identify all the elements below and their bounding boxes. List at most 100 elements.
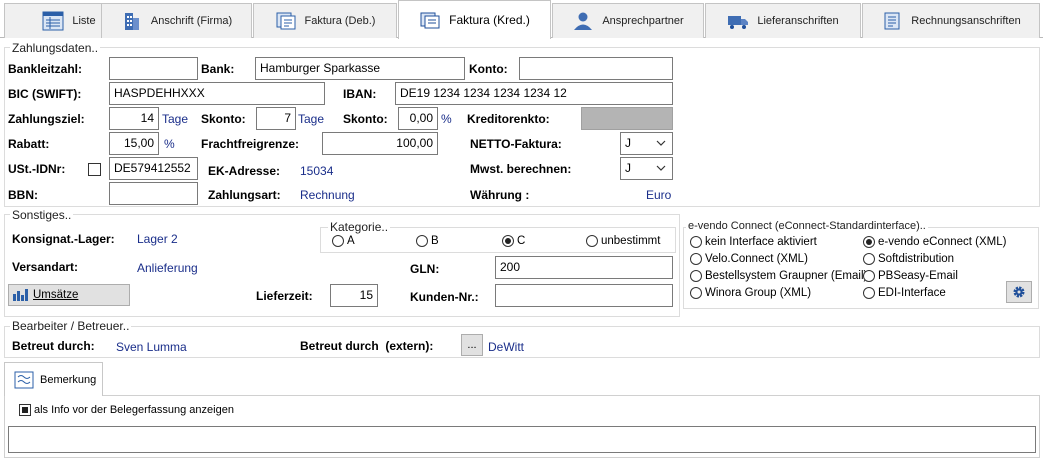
kategorie-radio-c[interactable]: C xyxy=(502,235,525,247)
kategorie-radio-a[interactable]: A xyxy=(332,235,355,247)
ustid-checkbox[interactable] xyxy=(88,163,101,176)
bemerkung-text-input[interactable] xyxy=(8,426,1036,453)
gln-label: GLN: xyxy=(410,262,440,276)
ustid-label: USt.-IDNr: xyxy=(8,162,66,176)
skonto-pct-input[interactable]: 0,00 xyxy=(398,107,438,130)
rabatt-input[interactable]: 15,00 xyxy=(109,132,159,155)
lieferzeit-label: Lieferzeit: xyxy=(256,289,313,303)
kategorie-radio-unbestimmt[interactable]: unbestimmt xyxy=(586,235,660,247)
bemerkung-info-checkbox[interactable] xyxy=(19,404,31,416)
netto-faktura-select[interactable]: J xyxy=(620,132,673,155)
iban-input[interactable]: DE19 1234 1234 1234 1234 12 xyxy=(395,82,673,105)
umsaetze-button[interactable]: Umsätze xyxy=(8,284,130,306)
tab-bar: Liste Anschrift (Firma) Faktura (Deb.) F… xyxy=(0,0,1043,39)
tab-label: Anschrift (Firma) xyxy=(150,15,233,27)
lieferzeit-input[interactable]: 15 xyxy=(330,284,378,307)
betreut-extern-value[interactable]: DeWitt xyxy=(488,340,524,354)
invoice-credit-icon xyxy=(420,12,440,29)
zahlungsart-label: Zahlungsart: xyxy=(208,188,281,202)
evendo-radio-econnect[interactable]: e-vendo eConnect (XML) xyxy=(863,236,1006,248)
evendo-radio-edi[interactable]: EDI-Interface xyxy=(863,287,946,299)
bemerkung-info-label: als Info vor der Belegerfassung anzeigen xyxy=(34,404,234,416)
mwst-select[interactable]: J xyxy=(620,157,673,180)
zahlungsart-value[interactable]: Rechnung xyxy=(300,188,355,202)
tab-faktura-kred[interactable]: Faktura (Kred.) xyxy=(398,0,551,39)
gln-input[interactable]: 200 xyxy=(495,256,673,279)
zahlungsziel-input[interactable]: 14 xyxy=(109,107,159,130)
netto-faktura-label: NETTO-Faktura: xyxy=(470,137,562,151)
konto-input[interactable] xyxy=(519,57,673,80)
evendo-radio-kein-interface[interactable]: kein Interface aktiviert xyxy=(690,236,817,248)
bic-input[interactable]: HASPDEHHXXX xyxy=(109,82,325,105)
konsignat-value[interactable]: Lager 2 xyxy=(137,232,178,246)
frachtfreigrenze-label: Frachtfreigrenze: xyxy=(201,137,300,151)
evendo-radio-softdistribution[interactable]: Softdistribution xyxy=(863,253,954,265)
tab-label: Lieferanschriften xyxy=(757,15,839,27)
evendo-radio-pbseasy[interactable]: PBSeasy-Email xyxy=(863,270,958,282)
group-legend-kategorie: Kategorie.. xyxy=(328,220,391,234)
versandart-value[interactable]: Anlieferung xyxy=(137,261,198,275)
zahlungsziel-label: Zahlungsziel: xyxy=(8,112,85,126)
frachtfreigrenze-input[interactable]: 100,00 xyxy=(322,132,438,155)
tab-label: Faktura (Deb.) xyxy=(304,15,376,27)
waehrung-value[interactable]: Euro xyxy=(646,188,671,202)
betreut-extern-browse-button[interactable]: ... xyxy=(461,334,483,356)
netto-faktura-value: J xyxy=(625,136,631,150)
kreditorenkto-label: Kreditorenkto: xyxy=(467,112,550,126)
konsignat-label: Konsignat.-Lager: xyxy=(12,232,115,246)
bankleitzahl-input[interactable] xyxy=(109,57,198,80)
umsaetze-button-label: Umsätze xyxy=(33,289,79,301)
rabatt-label: Rabatt: xyxy=(8,137,50,151)
gear-icon xyxy=(1013,286,1025,298)
skonto-days-label: Skonto: xyxy=(201,112,246,126)
chevron-down-icon xyxy=(656,165,666,171)
evendo-radio-velo-connect[interactable]: Velo.Connect (XML) xyxy=(690,253,808,265)
bbn-label: BBN: xyxy=(8,188,38,202)
waehrung-label: Währung : xyxy=(470,188,530,202)
bank-input[interactable]: Hamburger Sparkasse xyxy=(255,57,465,80)
group-legend-bearbeiter: Bearbeiter / Betreuer.. xyxy=(10,319,132,333)
evendo-settings-button[interactable] xyxy=(1006,281,1032,303)
ustid-input[interactable]: DE579412552 xyxy=(109,157,198,180)
chevron-down-icon xyxy=(656,140,666,146)
skonto-pct-unit: % xyxy=(441,112,452,126)
list-icon xyxy=(42,11,64,31)
ek-adresse-label: EK-Adresse: xyxy=(208,164,281,178)
tab-rechnungsanschriften[interactable]: Rechnungsanschriften xyxy=(862,3,1040,38)
skonto-days-input[interactable]: 7 xyxy=(256,107,296,130)
evendo-radio-winora[interactable]: Winora Group (XML) xyxy=(690,287,811,299)
ek-adresse-value[interactable]: 15034 xyxy=(300,164,333,178)
tab-anschrift-firma[interactable]: Anschrift (Firma) xyxy=(101,3,252,38)
building-icon xyxy=(124,13,139,30)
versandart-label: Versandart: xyxy=(12,260,79,274)
tab-label: Faktura (Kred.) xyxy=(449,13,530,27)
billing-address-icon xyxy=(884,12,900,30)
tab-faktura-deb[interactable]: Faktura (Deb.) xyxy=(253,3,397,38)
iban-label: IBAN: xyxy=(343,87,377,101)
evendo-radio-graupner[interactable]: Bestellsystem Graupner (Email) xyxy=(690,270,867,282)
mwst-label: Mwst. berechnen: xyxy=(470,162,572,176)
kategorie-radio-b[interactable]: B xyxy=(416,235,439,247)
group-legend-evendo: e-vendo Connect (eConnect-Standardinterf… xyxy=(686,220,928,232)
bank-label: Bank: xyxy=(201,62,235,76)
group-legend-zahlungsdaten: Zahlungsdaten.. xyxy=(10,41,101,55)
contact-person-icon xyxy=(574,12,593,30)
tab-bemerkung[interactable]: Bemerkung xyxy=(4,362,103,396)
invoice-debit-icon xyxy=(276,12,296,30)
skonto-days-unit: Tage xyxy=(298,112,325,126)
bic-label: BIC (SWIFT): xyxy=(8,87,82,101)
group-legend-sonstiges: Sonstiges.. xyxy=(10,208,74,222)
skonto-pct-label: Skonto: xyxy=(343,112,388,126)
mwst-value: J xyxy=(625,161,631,175)
bbn-input[interactable] xyxy=(109,182,198,205)
kundennr-input[interactable] xyxy=(495,284,673,307)
note-icon xyxy=(14,371,34,388)
tab-label: Liste xyxy=(72,15,96,27)
kreditorenkto-input xyxy=(581,107,673,130)
betreut-extern-label: Betreut durch (extern): xyxy=(300,339,434,353)
tab-lieferanschriften[interactable]: Lieferanschriften xyxy=(705,3,861,38)
betreut-value[interactable]: Sven Lumma xyxy=(116,340,187,354)
tab-label: Bemerkung xyxy=(40,373,97,386)
konto-label: Konto: xyxy=(469,62,508,76)
tab-ansprechpartner[interactable]: Ansprechpartner xyxy=(552,3,704,38)
